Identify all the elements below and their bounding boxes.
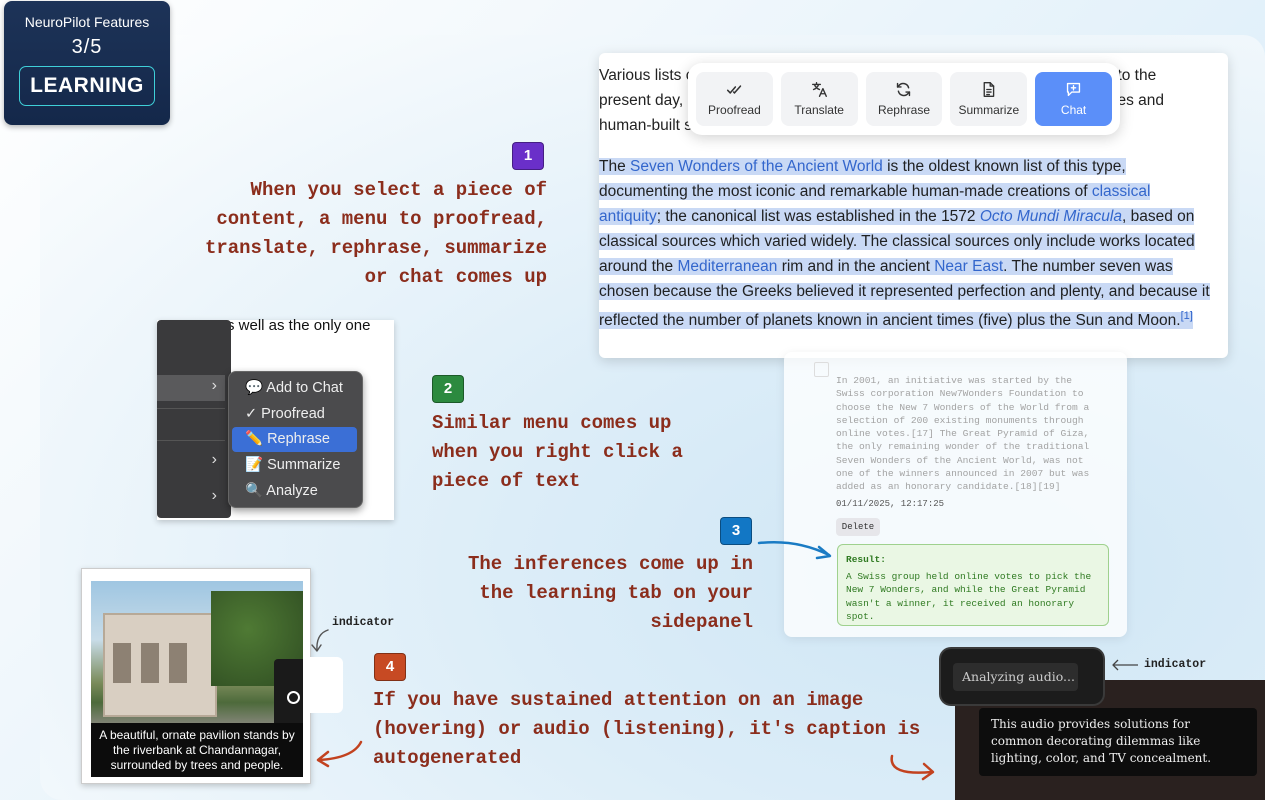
- chat-plus-icon: [1066, 82, 1081, 97]
- hover-indicator-panel: [274, 659, 303, 729]
- article-intro-right: to the es and: [1117, 63, 1164, 113]
- sidepanel-learning-tab: In 2001, an initiative was started by th…: [784, 352, 1127, 637]
- document-icon: [983, 82, 995, 97]
- text-run: ; the canonical list was established in …: [656, 208, 980, 225]
- link-octo-mundi[interactable]: Octo Mundi Miracula: [980, 208, 1122, 225]
- pavilion-arch: [113, 643, 131, 683]
- menu-item-summarize[interactable]: 📝 Summarize: [232, 453, 357, 478]
- feature-badge: NeuroPilot Features 3/5 LEARNING: [4, 1, 170, 125]
- summarize-label: Summarize: [958, 103, 1020, 117]
- audio-status-indicator: Analyzing audio...: [941, 649, 1103, 704]
- image-caption-demo: A beautiful, ornate pavilion stands by t…: [81, 568, 311, 784]
- intro-line: to the: [1117, 67, 1157, 84]
- parent-menu: › › ›: [157, 320, 231, 518]
- step-2-number: 2: [432, 375, 464, 403]
- menu-divider: [157, 440, 225, 441]
- step-3-description: The inferences come up in the learning t…: [467, 553, 753, 633]
- result-label: Result:: [846, 554, 886, 565]
- intro-line: human-built s: [599, 117, 693, 134]
- menu-item-add-to-chat[interactable]: 💬 Add to Chat: [232, 376, 357, 401]
- audio-caption: This audio provides solutions for common…: [979, 708, 1257, 776]
- indicator-frame: [309, 657, 343, 713]
- badge-title: NeuroPilot Features: [24, 14, 150, 30]
- article-paragraph: The Seven Wonders of the Ancient World i…: [599, 154, 1216, 333]
- indicator-dot-icon: [287, 691, 300, 704]
- menu-item-rephrase[interactable]: ✏️ Rephrase: [232, 427, 357, 452]
- audio-indicator-arrow-icon: [1112, 659, 1138, 671]
- step-3-number: 3: [720, 517, 752, 545]
- summarize-button[interactable]: Summarize: [950, 72, 1028, 126]
- pavilion-arch: [169, 643, 187, 683]
- context-submenu: 💬 Add to Chat ✓ Proofread ✏️ Rephrase 📝 …: [228, 371, 363, 508]
- intro-line: Various lists c: [599, 67, 694, 84]
- entry-checkbox[interactable]: [814, 362, 829, 377]
- arrow-to-result-icon: [757, 540, 832, 560]
- translate-icon: [811, 82, 827, 97]
- indicator-arrow-icon: [311, 629, 329, 652]
- arrow-to-audio-icon: [890, 754, 935, 781]
- article-intro: Various lists c present day, i human-bui…: [599, 63, 693, 138]
- link-mediterranean[interactable]: Mediterranean: [677, 258, 777, 275]
- double-check-icon: [726, 85, 742, 94]
- link-seven-wonders[interactable]: Seven Wonders of the Ancient World: [630, 158, 883, 175]
- arrow-to-image-icon: [316, 740, 363, 768]
- translate-label: Translate: [794, 103, 844, 117]
- image-caption: A beautiful, ornate pavilion stands by t…: [91, 723, 303, 777]
- refresh-icon: [897, 82, 911, 97]
- text-run: rim and in the ancient: [777, 258, 935, 275]
- context-top-text: s well as the only one: [227, 317, 371, 334]
- proofread-label: Proofread: [708, 103, 761, 117]
- menu-divider: [157, 408, 225, 409]
- submenu-chevron-icon: ›: [211, 377, 217, 394]
- step-1-description: When you select a piece of content, a me…: [204, 179, 547, 288]
- submenu-chevron-icon: ›: [211, 487, 217, 504]
- audio-status-text: Analyzing audio...: [953, 663, 1078, 691]
- chat-label: Chat: [1060, 103, 1087, 117]
- menu-item-analyze[interactable]: 🔍 Analyze: [232, 479, 357, 504]
- step-1-number: 1: [512, 142, 544, 170]
- badge-section: LEARNING: [19, 66, 155, 106]
- intro-line: es and: [1117, 92, 1164, 109]
- result-text: A Swiss group held online votes to pick …: [846, 571, 1092, 622]
- entry-timestamp: 01/11/2025, 12:17:25: [836, 499, 945, 509]
- image-indicator-label: indicator: [332, 616, 395, 629]
- step-4-number: 4: [374, 653, 406, 681]
- menu-item-proofread[interactable]: ✓ Proofread: [232, 402, 357, 427]
- badge-progress: 3/5: [71, 36, 103, 58]
- rephrase-label: Rephrase: [877, 103, 930, 117]
- pavilion-arch: [141, 643, 159, 683]
- delete-button[interactable]: Delete: [836, 518, 880, 536]
- result-box: Result: A Swiss group held online votes …: [837, 544, 1109, 626]
- context-menu-demo: s well as the only one › › › 💬 Add to Ch…: [157, 317, 394, 520]
- rephrase-button[interactable]: Rephrase: [865, 72, 943, 126]
- pavilion-photo: A beautiful, ornate pavilion stands by t…: [91, 581, 303, 777]
- submenu-chevron-icon: ›: [211, 451, 217, 468]
- text-run: The: [599, 158, 631, 175]
- chat-button[interactable]: Chat: [1035, 72, 1112, 126]
- link-near-east[interactable]: Near East: [934, 258, 1003, 275]
- proofread-button[interactable]: Proofread: [696, 72, 773, 126]
- translate-button[interactable]: Translate: [780, 72, 858, 126]
- reference-link[interactable]: [1]: [1181, 310, 1193, 322]
- selection-toolbar: Proofread Translate Rephrase Summarize C…: [688, 63, 1120, 135]
- audio-indicator-label: indicator: [1144, 658, 1207, 671]
- learning-entry-text: In 2001, an initiative was started by th…: [836, 375, 1090, 493]
- step-4-description: If you have sustained attention on an im…: [373, 689, 921, 769]
- step-2-description: Similar menu comes up when you right cli…: [432, 412, 683, 492]
- intro-line: present day, i: [599, 92, 691, 109]
